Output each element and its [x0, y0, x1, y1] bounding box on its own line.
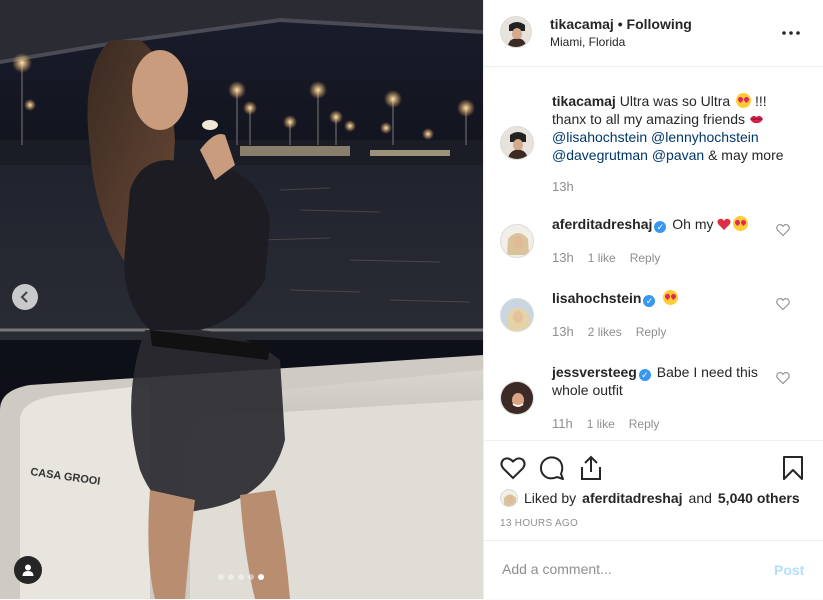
- heart-eyes-emoji-icon: [733, 216, 749, 231]
- carousel-dot: [218, 574, 224, 580]
- bookmark-icon[interactable]: [780, 455, 806, 481]
- comment-time[interactable]: 13h: [552, 324, 574, 339]
- verified-badge-icon: ✓: [654, 221, 667, 233]
- post-comment-button[interactable]: Post: [774, 562, 804, 578]
- reply-button[interactable]: Reply: [636, 325, 667, 339]
- more-options-button[interactable]: [782, 20, 800, 41]
- comment-like-count[interactable]: 1 like: [587, 417, 615, 431]
- reply-button[interactable]: Reply: [630, 251, 661, 265]
- user-icon: [22, 564, 34, 576]
- liked-by-and: and: [688, 490, 712, 506]
- comment-meta: 13h 2 likes Reply: [552, 324, 666, 339]
- mention-link[interactable]: @lennyhochstein: [651, 129, 759, 145]
- avatar-image: [501, 490, 517, 506]
- caption-username[interactable]: tikacamaj: [552, 93, 616, 109]
- like-heart-icon[interactable]: [500, 455, 526, 481]
- chevron-left-icon: [20, 291, 28, 303]
- lips-emoji-icon: [749, 115, 763, 124]
- photo-illustration: CASA GROOI: [0, 0, 483, 599]
- carousel-dot: [258, 574, 264, 580]
- share-icon[interactable]: [578, 455, 604, 481]
- comment-meta: 13h 1 like Reply: [552, 250, 660, 265]
- post-caption: tikacamaj Ultra was so Ultra !!! thanx t…: [552, 92, 802, 164]
- heart-eyes-emoji-icon: [736, 93, 752, 108]
- comment-like-count[interactable]: 2 likes: [588, 325, 622, 339]
- commenter-avatar[interactable]: [500, 224, 534, 258]
- commenter-avatar[interactable]: [500, 298, 534, 332]
- caption-text-start: Ultra was so Ultra: [619, 93, 731, 109]
- comment-text: Oh my: [672, 216, 714, 232]
- verified-badge-icon: ✓: [643, 295, 656, 307]
- comment-like-heart-icon[interactable]: [776, 297, 790, 311]
- likes-summary: Liked by aferditadreshaj and 5,040 other…: [500, 489, 800, 507]
- comment-bubble-icon[interactable]: [539, 455, 565, 481]
- carousel-dot: [248, 574, 254, 580]
- comment: aferditadreshaj ✓ Oh my: [552, 215, 772, 233]
- carousel-indicator: [218, 574, 264, 580]
- mention-link[interactable]: @davegrutman: [552, 147, 648, 163]
- comment-like-heart-icon[interactable]: [776, 223, 790, 237]
- carousel-prev-button[interactable]: [12, 284, 38, 310]
- post-details-panel: tikacamaj • Following Miami, Florida tik…: [483, 0, 823, 599]
- liked-by-user[interactable]: aferditadreshaj: [582, 490, 682, 506]
- carousel-dot: [228, 574, 234, 580]
- liked-by-prefix: Liked by: [524, 490, 577, 506]
- avatar-image: [501, 17, 531, 47]
- tagged-users-button[interactable]: [14, 556, 42, 584]
- caption-time[interactable]: 13h: [552, 179, 574, 194]
- avatar-image: [501, 127, 533, 159]
- caption-text-end: & may more: [708, 147, 784, 163]
- post-header: tikacamaj • Following Miami, Florida: [484, 0, 823, 67]
- post-modal: CASA GROOI tikacamaj • Following Miami, …: [0, 0, 823, 599]
- red-heart-emoji-icon: [717, 218, 731, 230]
- comment: lisahochstein ✓: [552, 289, 772, 307]
- comment-meta: 11h 1 like Reply: [552, 416, 659, 431]
- comment-username[interactable]: lisahochstein: [552, 290, 641, 306]
- author-avatar[interactable]: [500, 16, 532, 48]
- post-photo[interactable]: CASA GROOI: [0, 0, 483, 599]
- post-timestamp[interactable]: 13 HOURS AGO: [500, 518, 578, 529]
- comment-time[interactable]: 13h: [552, 250, 574, 265]
- reply-button[interactable]: Reply: [629, 417, 660, 431]
- add-comment-section: Post: [484, 540, 823, 600]
- comment-username[interactable]: jessversteeg: [552, 364, 637, 380]
- liker-avatar[interactable]: [500, 489, 518, 507]
- comment-username[interactable]: aferditadreshaj: [552, 216, 652, 232]
- header-separator: •: [613, 16, 627, 32]
- mention-link[interactable]: @pavan: [652, 147, 704, 163]
- avatar-image: [501, 225, 533, 257]
- commenter-avatar[interactable]: [500, 381, 534, 415]
- avatar-image: [501, 382, 533, 414]
- carousel-dot: [238, 574, 244, 580]
- verified-badge-icon: ✓: [638, 369, 651, 381]
- author-line: tikacamaj • Following: [550, 16, 692, 32]
- comment-like-count[interactable]: 1 like: [588, 251, 616, 265]
- comment-time[interactable]: 11h: [552, 416, 573, 431]
- mention-link[interactable]: @lisahochstein: [552, 129, 647, 145]
- post-location[interactable]: Miami, Florida: [550, 35, 625, 49]
- comment-like-heart-icon[interactable]: [776, 371, 790, 385]
- heart-eyes-emoji-icon: [663, 290, 679, 305]
- more-horizontal-icon: [782, 31, 800, 35]
- liked-by-others[interactable]: 5,040 others: [718, 490, 800, 506]
- add-comment-input[interactable]: [500, 560, 754, 578]
- author-username[interactable]: tikacamaj: [550, 16, 614, 32]
- caption-author-avatar[interactable]: [500, 126, 534, 160]
- avatar-image: [501, 299, 533, 331]
- follow-status-button[interactable]: Following: [627, 16, 692, 32]
- comment: jessversteeg ✓ Babe I need this whole out…: [552, 363, 767, 399]
